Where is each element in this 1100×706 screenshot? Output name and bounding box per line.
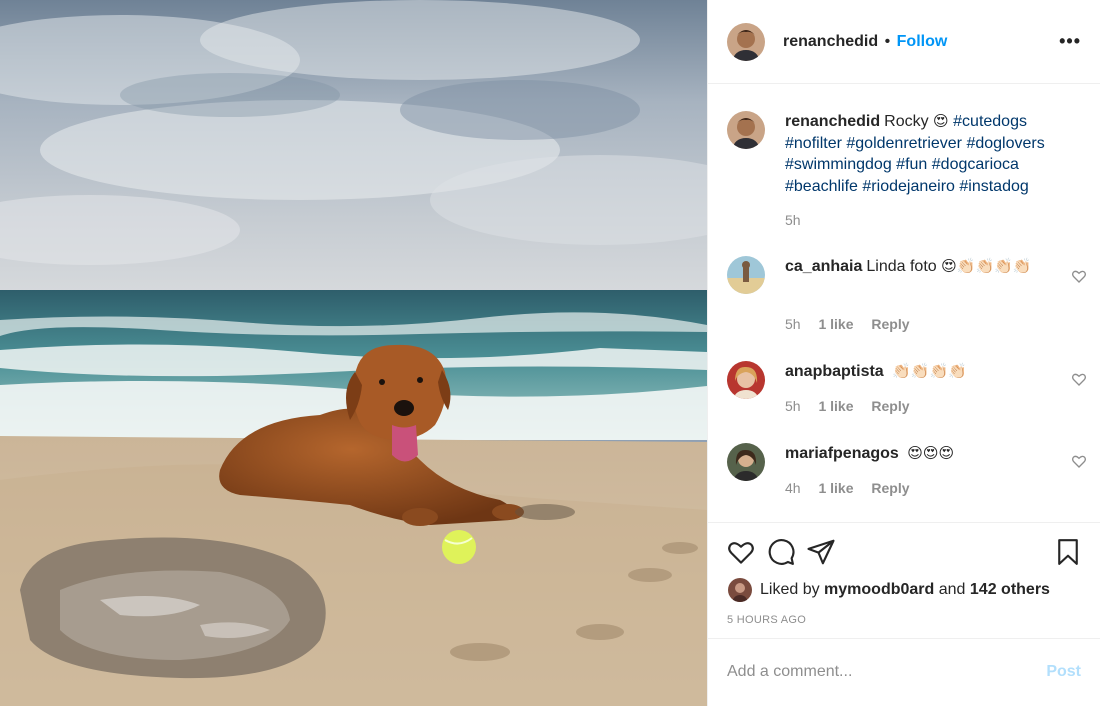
like-button[interactable] — [726, 537, 756, 567]
liked-by-and: and — [938, 581, 966, 598]
comment-bubble-icon — [768, 539, 795, 565]
comment-username[interactable]: anapbaptista — [785, 363, 884, 380]
caption-text: renanchedid Rocky 😍 #cutedogs #nofilter #… — [785, 111, 1077, 197]
comment-emoji: 👏🏻👏🏻👏🏻👏🏻 — [892, 362, 967, 380]
hashtag[interactable]: #cutedogs — [953, 113, 1027, 130]
comment-meta: 4h 1 like Reply — [785, 480, 924, 496]
comment-item: anapbaptista 👏🏻👏🏻👏🏻👏🏻 5h 1 like Reply — [708, 361, 1100, 421]
comment-text: mariafpenagos 😍😍😍 — [785, 443, 1077, 465]
hashtag[interactable]: #swimmingdog — [785, 156, 892, 173]
post-comment-button[interactable]: Post — [1046, 663, 1081, 681]
reply-button[interactable]: Reply — [871, 316, 909, 332]
comment-body: Linda foto — [866, 258, 937, 275]
comment-item: mariafpenagos 😍😍😍 4h 1 like Reply — [708, 443, 1100, 503]
save-button[interactable] — [1053, 537, 1083, 567]
heart-icon — [1071, 270, 1087, 283]
comment-input[interactable] — [727, 659, 1027, 685]
comment-like-button[interactable] — [1071, 371, 1087, 387]
instagram-post: renanchedid • Follow ••• renanchedid Roc… — [0, 0, 1100, 706]
comment-username[interactable]: mariafpenagos — [785, 445, 899, 462]
caption: renanchedid Rocky 😍 #cutedogs #nofilter #… — [708, 111, 1100, 231]
share-button[interactable] — [806, 537, 836, 567]
heart-icon — [1071, 455, 1087, 468]
comment-avatar[interactable] — [727, 361, 765, 399]
post-actions: Liked by mymoodb0ard and 142 others 5 HO… — [708, 522, 1100, 639]
post-side-panel: renanchedid • Follow ••• renanchedid Roc… — [707, 0, 1100, 706]
header-separator: • — [884, 33, 891, 50]
hashtag[interactable]: #nofilter — [785, 135, 842, 152]
avatar-icon — [727, 361, 765, 399]
author-avatar[interactable] — [727, 23, 765, 61]
hashtag[interactable]: #instadog — [959, 178, 1028, 195]
heart-icon — [728, 542, 754, 564]
caption-meta: 5h — [785, 212, 815, 228]
avatar-icon — [727, 256, 765, 294]
header-line: renanchedid • Follow — [783, 33, 947, 51]
heart-icon — [1071, 373, 1087, 386]
comment-text: ca_anhaia Linda foto 😍👏🏻👏🏻👏🏻👏🏻 — [785, 256, 1077, 278]
comment-likes[interactable]: 1 like — [818, 480, 853, 496]
more-options-icon[interactable]: ••• — [1059, 32, 1081, 50]
comment-time[interactable]: 4h — [785, 480, 801, 496]
caption-time[interactable]: 5h — [785, 212, 801, 228]
comment-meta: 5h 1 like Reply — [785, 316, 924, 332]
caption-emoji: 😍 — [933, 112, 949, 130]
comment-like-button[interactable] — [1071, 453, 1087, 469]
hashtag[interactable]: #riodejaneiro — [862, 178, 955, 195]
liked-by: Liked by mymoodb0ard and 142 others — [728, 578, 1050, 602]
avatar-icon — [728, 578, 752, 602]
comment-likes[interactable]: 1 like — [818, 316, 853, 332]
post-timestamp[interactable]: 5 HOURS AGO — [727, 614, 806, 626]
liker-avatar[interactable] — [728, 578, 752, 602]
comment-meta: 5h 1 like Reply — [785, 398, 924, 414]
comment-emoji: 😍😍😍 — [907, 444, 955, 462]
comment-like-button[interactable] — [1071, 268, 1087, 284]
avatar-icon — [727, 111, 765, 149]
comment-emoji: 😍👏🏻👏🏻👏🏻👏🏻 — [941, 257, 1032, 275]
hashtag[interactable]: #dogcarioca — [932, 156, 1019, 173]
liker-username[interactable]: mymoodb0ard — [824, 581, 934, 599]
hashtag[interactable]: #goldenretriever — [846, 135, 962, 152]
caption-username[interactable]: renanchedid — [785, 113, 880, 130]
caption-body: Rocky — [884, 113, 929, 130]
follow-button[interactable]: Follow — [897, 33, 948, 50]
hashtag[interactable]: #doglovers — [966, 135, 1044, 152]
avatar-icon — [727, 443, 765, 481]
reply-button[interactable]: Reply — [871, 398, 909, 414]
beach-dog-photo — [0, 0, 707, 706]
comment-likes[interactable]: 1 like — [818, 398, 853, 414]
caption-avatar[interactable] — [727, 111, 765, 149]
author-username[interactable]: renanchedid — [783, 33, 878, 50]
comment-avatar[interactable] — [727, 443, 765, 481]
avatar-icon — [727, 23, 765, 61]
add-comment-bar: Post — [708, 639, 1100, 706]
comment-item: ca_anhaia Linda foto 😍👏🏻👏🏻👏🏻👏🏻 5h 1 like … — [708, 256, 1100, 336]
comment-time[interactable]: 5h — [785, 398, 801, 414]
comment-button[interactable] — [766, 537, 796, 567]
post-photo[interactable] — [0, 0, 707, 706]
comment-avatar[interactable] — [727, 256, 765, 294]
comments-list: renanchedid Rocky 😍 #cutedogs #nofilter #… — [708, 84, 1100, 522]
hashtag[interactable]: #fun — [896, 156, 927, 173]
paper-plane-icon — [807, 539, 835, 565]
post-header: renanchedid • Follow ••• — [708, 0, 1100, 84]
comment-time[interactable]: 5h — [785, 316, 801, 332]
hashtag[interactable]: #beachlife — [785, 178, 858, 195]
comment-username[interactable]: ca_anhaia — [785, 258, 862, 275]
likes-count[interactable]: 142 others — [970, 581, 1050, 599]
liked-by-prefix: Liked by — [760, 581, 820, 598]
reply-button[interactable]: Reply — [871, 480, 909, 496]
bookmark-icon — [1058, 539, 1078, 565]
comment-text: anapbaptista 👏🏻👏🏻👏🏻👏🏻 — [785, 361, 1077, 383]
